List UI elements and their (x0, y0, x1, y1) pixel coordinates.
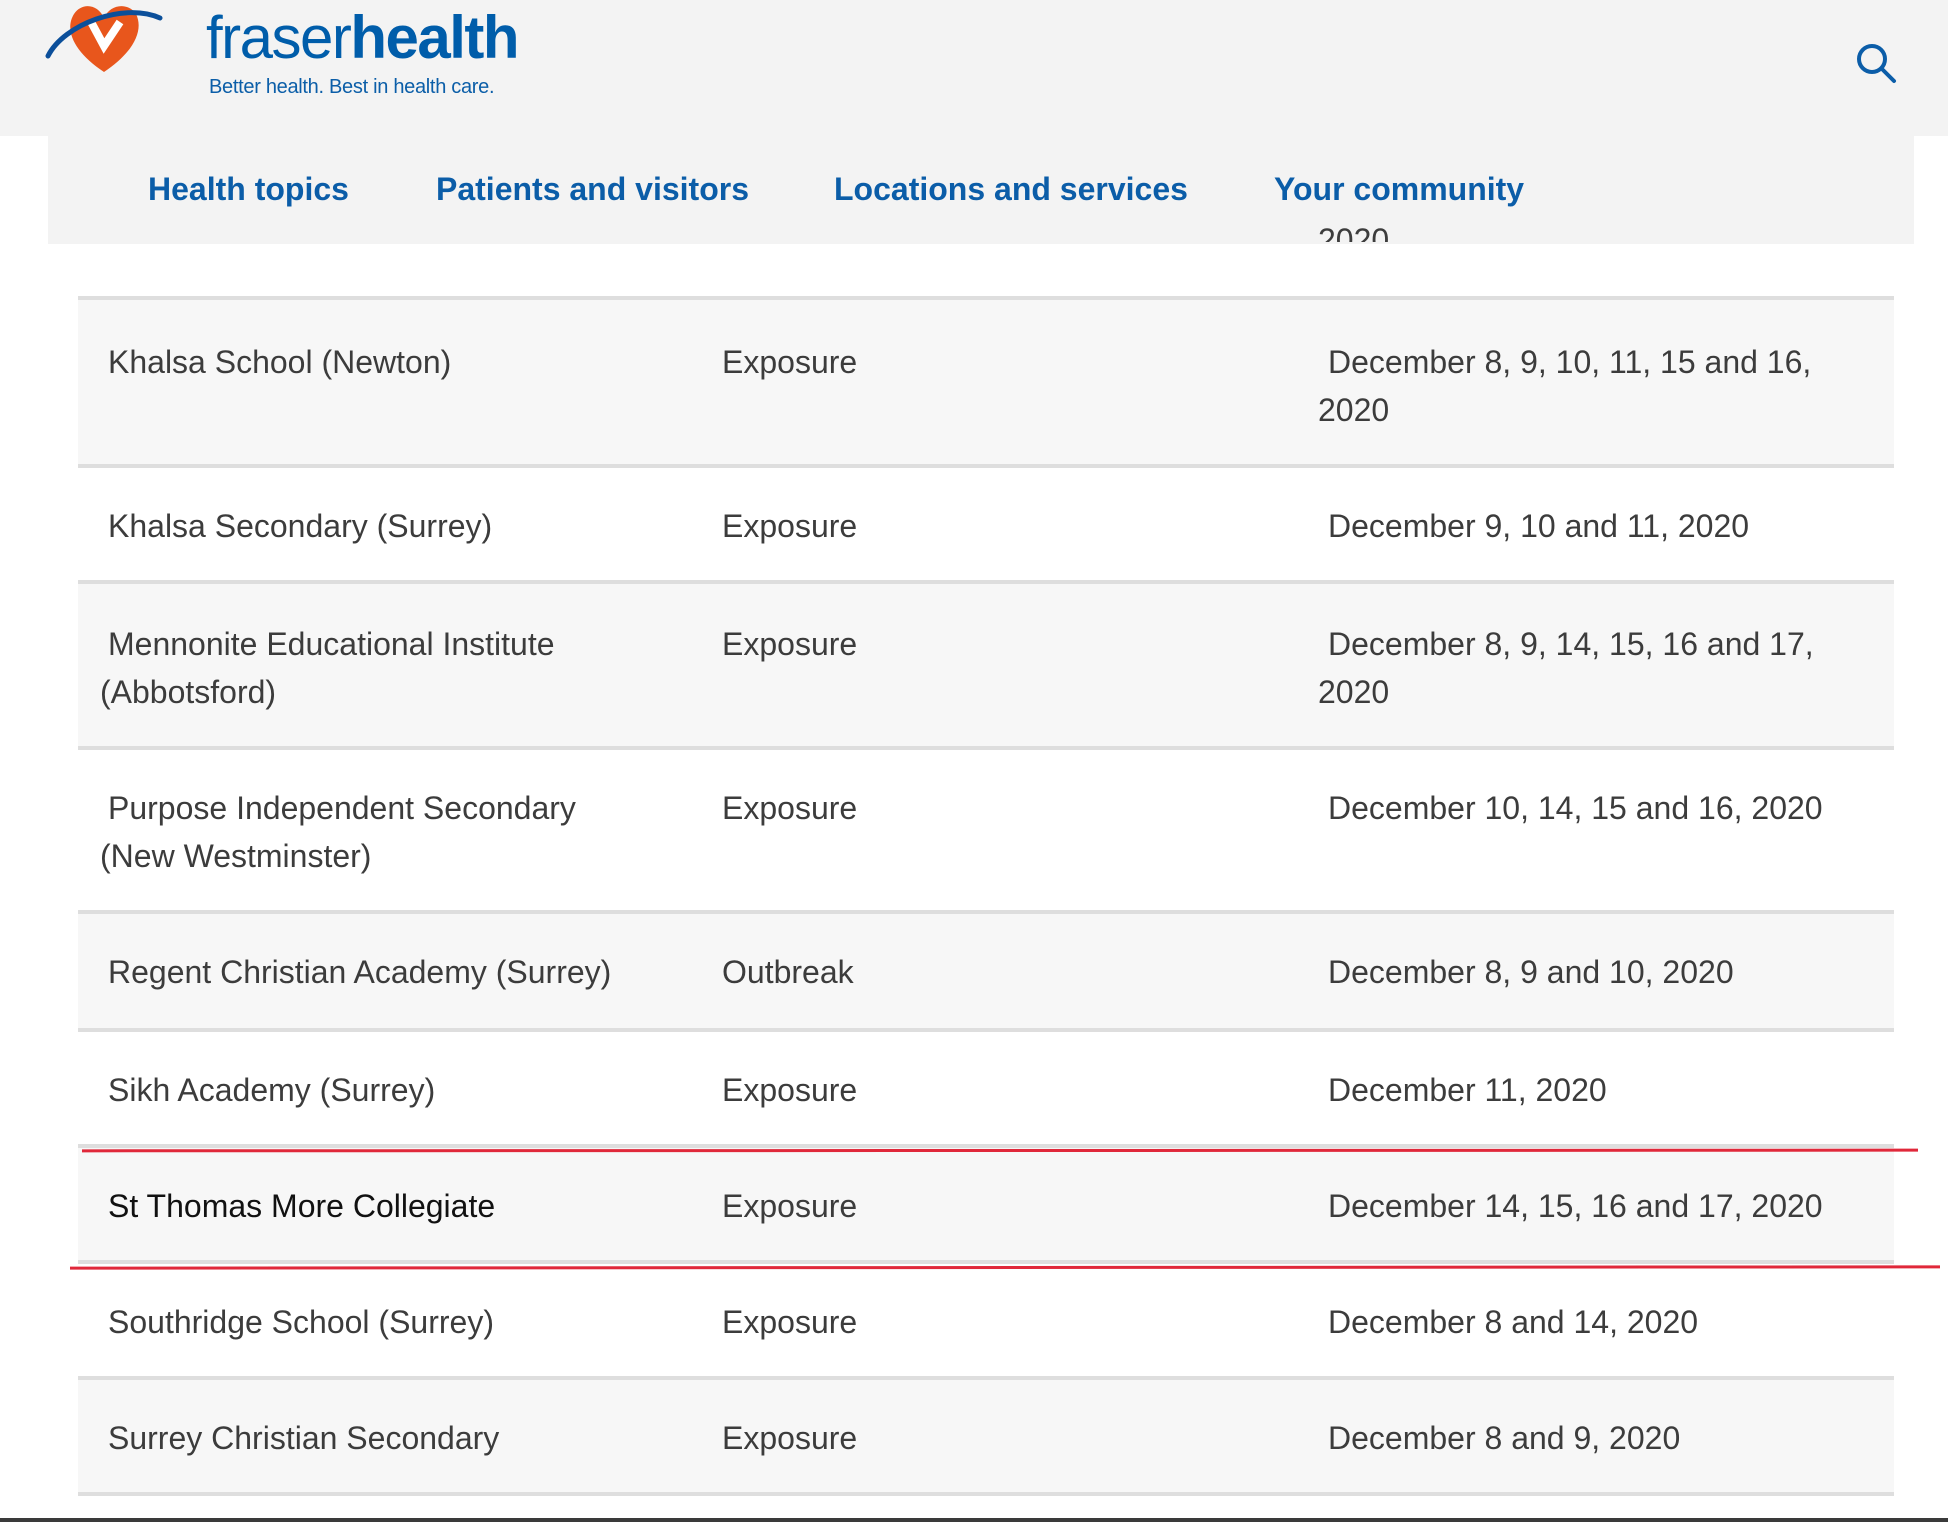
table-row: Purpose Independent Secondary (New Westm… (78, 750, 1894, 914)
school-name: Southridge School (Surrey) (108, 1304, 494, 1340)
school-name: Mennonite Educational Institute (Abbotsf… (100, 620, 668, 716)
school-name: Regent Christian Academy (Surrey) (108, 954, 612, 990)
site-header: fraserhealth Better health. Best in heal… (0, 0, 1948, 136)
school-name: Sikh Academy (Surrey) (108, 1072, 436, 1108)
exposure-dates: December 8 and 14, 2020 (1328, 1304, 1699, 1340)
nav-your-community[interactable]: Your community (1274, 171, 1524, 208)
school-name: Khalsa School (Newton) (108, 338, 668, 386)
dates-line2: 2020 (1318, 674, 1390, 710)
school-name: Surrey Christian Secondary (108, 1420, 500, 1456)
table-row: Southridge School (Surrey) Exposure Dece… (78, 1264, 1894, 1380)
dates-line2: 2020 (1318, 392, 1390, 428)
table-row: Regent Christian Academy (Surrey) Outbre… (78, 914, 1894, 1032)
main-nav: Health topics Patients and visitors Loca… (48, 136, 1914, 244)
exposure-dates: December 8, 9, 14, 15, 16 and 17, 2020 (1318, 620, 1838, 716)
search-icon (1857, 44, 1896, 83)
table-row-highlighted: St Thomas More Collegiate Exposure Decem… (78, 1148, 1894, 1264)
exposure-dates: December 10, 14, 15 and 16, 2020 (1328, 790, 1823, 826)
notification-type: Exposure (722, 1072, 858, 1108)
dates-line1: December 8, 9, 10, 11, 15 and 16, (1328, 344, 1812, 380)
search-button[interactable] (1853, 40, 1899, 86)
exposure-dates: December 8, 9, 10, 11, 15 and 16, 2020 (1318, 338, 1838, 434)
notification-type: Exposure (722, 790, 858, 826)
nav-patients-and-visitors[interactable]: Patients and visitors (436, 171, 749, 208)
brand-wordmark: fraserhealth (206, 4, 520, 72)
notification-type: Exposure (722, 1420, 858, 1456)
bottom-edge (0, 1518, 1948, 1522)
school-name: Purpose Independent Secondary (New Westm… (100, 784, 668, 880)
school-name-line1: Purpose Independent Secondary (108, 790, 576, 826)
fraserhealth-logo[interactable]: fraserhealth Better health. Best in heal… (44, 0, 520, 110)
school-name-line2: (Abbotsford) (100, 674, 277, 710)
exposure-dates: December 8, 9 and 10, 2020 (1328, 954, 1734, 990)
heart-logo-icon (45, 6, 163, 72)
school-name-line1: Mennonite Educational Institute (108, 626, 555, 662)
table-row: Surrey Christian Secondary Exposure Dece… (78, 1380, 1894, 1496)
table-row: Sikh Academy (Surrey) Exposure December … (78, 1032, 1894, 1148)
exposure-dates: December 9, 10 and 11, 2020 (1328, 508, 1750, 544)
notification-type: Exposure (722, 1304, 858, 1340)
exposure-dates: December 14, 15, 16 and 17, 2020 (1328, 1188, 1823, 1224)
tagline: Better health. Best in health care. (209, 76, 495, 98)
previous-row-date-tail: 2020 (1318, 222, 1390, 242)
table-row: Mennonite Educational Institute (Abbotsf… (78, 584, 1894, 750)
nav-health-topics[interactable]: Health topics (148, 171, 349, 208)
brand-light: fraser (206, 4, 352, 71)
notification-type: Exposure (722, 344, 858, 380)
school-name: St Thomas More Collegiate (108, 1188, 496, 1224)
notification-type: Exposure (722, 1188, 858, 1224)
table-row: Khalsa School (Newton) Exposure December… (78, 300, 1894, 468)
table-row: Khalsa Secondary (Surrey) Exposure Decem… (78, 468, 1894, 584)
school-name-line2: (New Westminster) (100, 838, 372, 874)
dates-line1: December 8, 9, 14, 15, 16 and 17, (1328, 626, 1814, 662)
school-name: Khalsa Secondary (Surrey) (108, 508, 493, 544)
brand-bold: health (350, 4, 519, 71)
nav-locations-and-services[interactable]: Locations and services (834, 171, 1188, 208)
highlight-line-top (81, 1148, 1919, 1153)
notification-type: Exposure (722, 626, 858, 662)
school-name-line1: Khalsa School (Newton) (108, 344, 452, 380)
notification-type: Exposure (722, 508, 858, 544)
exposure-dates: December 8 and 9, 2020 (1328, 1420, 1681, 1456)
exposure-dates: December 11, 2020 (1328, 1072, 1607, 1108)
notification-type: Outbreak (722, 954, 854, 990)
